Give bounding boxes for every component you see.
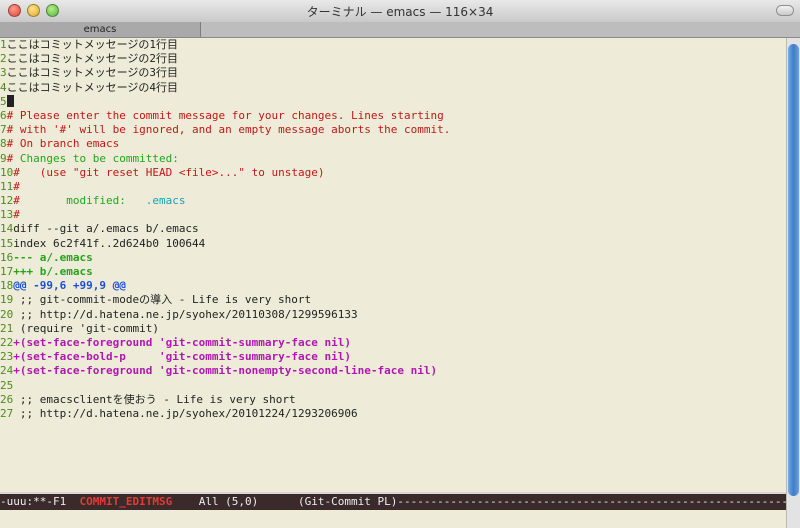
line-number: 19 <box>0 293 14 307</box>
line-number: 17 <box>0 265 14 278</box>
line-text: (require 'git-commit) <box>13 321 159 335</box>
line-text: # <box>13 194 20 208</box>
editor-line[interactable]: 4ここはコミットメッセージの4行目 <box>0 81 786 95</box>
line-number: 21 <box>0 321 14 335</box>
editor-line[interactable]: 6# Please enter the commit message for y… <box>0 109 786 123</box>
line-number: 16 <box>0 250 14 264</box>
window-title: ターミナル — emacs — 116×34 <box>306 5 494 19</box>
editor-line[interactable]: 18@@ -99,6 +99,9 @@ <box>0 279 786 293</box>
line-number: 26 <box>0 392 14 406</box>
line-number: 4 <box>0 80 7 94</box>
minibuffer[interactable] <box>0 510 786 528</box>
editor-line[interactable]: 15index 6c2f41f..2d624b0 100644 <box>0 237 786 251</box>
editor-line[interactable]: 9# Changes to be committed: <box>0 152 786 166</box>
terminal-window: ターミナル — emacs — 116×34 emacs 1ここはコミットメッセ… <box>0 0 800 528</box>
line-text: ;; git-commit-modeの導入 - Life is very sho… <box>13 293 312 307</box>
line-number: 14 <box>0 222 14 236</box>
line-number: 20 <box>0 307 14 321</box>
line-number: 15 <box>0 236 14 250</box>
modeline-position: All (5,0) <box>172 495 299 508</box>
vertical-scrollbar[interactable] <box>786 38 800 528</box>
line-number: 1 <box>0 38 7 51</box>
line-text: # <box>13 179 20 193</box>
editor-line[interactable]: 14diff --git a/.emacs b/.emacs <box>0 222 786 236</box>
editor-line[interactable]: 11# <box>0 180 786 194</box>
line-text: +++ b/.emacs <box>13 265 93 278</box>
editor-line[interactable]: 16--- a/.emacs <box>0 251 786 265</box>
editor-line[interactable]: 20 ;; http://d.hatena.ne.jp/syohex/20110… <box>0 308 786 322</box>
line-number: 23 <box>0 350 14 364</box>
line-text: .emacs <box>145 194 186 208</box>
line-number: 9 <box>0 151 7 165</box>
editor-line[interactable]: 19 ;; git-commit-modeの導入 - Life is very … <box>0 293 786 307</box>
editor-line[interactable]: 8# On branch emacs <box>0 137 786 151</box>
line-text: ここはコミットメッセージの1行目 <box>6 38 179 51</box>
editor-line[interactable]: 13# <box>0 208 786 222</box>
modeline-fill: ----------------------------------------… <box>397 495 786 508</box>
scrollbar-thumb[interactable] <box>788 44 799 496</box>
line-text: # On branch emacs <box>6 137 120 151</box>
line-text: # <box>13 208 20 222</box>
line-number: 25 <box>0 378 14 392</box>
line-text: ここはコミットメッセージの2行目 <box>6 52 179 66</box>
line-text: ここはコミットメッセージの3行目 <box>6 66 179 80</box>
line-number: 11 <box>0 179 14 193</box>
line-number: 7 <box>0 123 7 137</box>
editor-line[interactable]: 12# modified: .emacs <box>0 194 786 208</box>
line-text: ここはコミットメッセージの4行目 <box>6 80 179 94</box>
editor-line[interactable]: 25 <box>0 379 786 393</box>
modeline-major-mode: (Git-Commit PL) <box>298 495 398 508</box>
text-cursor <box>6 94 14 107</box>
editor-line[interactable]: 1ここはコミットメッセージの1行目 <box>0 38 786 52</box>
toolbar-toggle-icon[interactable] <box>776 5 794 16</box>
line-text: # with '#' will be ignored, and an empty… <box>6 123 451 137</box>
line-text: ;; http://d.hatena.ne.jp/syohex/20110308… <box>13 307 358 321</box>
line-number: 24 <box>0 364 14 378</box>
line-number: 13 <box>0 208 14 222</box>
editor-line[interactable]: 22+(set-face-foreground 'git-commit-summ… <box>0 336 786 350</box>
title-bar[interactable]: ターミナル — emacs — 116×34 <box>0 0 800 23</box>
line-number: 10 <box>0 165 14 179</box>
line-text: # (use "git reset HEAD <file>..." to uns… <box>13 165 325 179</box>
line-text: +(set-face-bold-p 'git-commit-summary-fa… <box>13 350 352 364</box>
line-number: 6 <box>0 108 7 122</box>
line-number: 22 <box>0 335 14 349</box>
line-number: 3 <box>0 66 7 80</box>
tab-bar: emacs <box>0 22 800 38</box>
line-text: diff --git a/.emacs b/.emacs <box>13 222 199 236</box>
line-text: +(set-face-foreground 'git-commit-nonemp… <box>13 364 438 378</box>
line-text: +(set-face-foreground 'git-commit-summar… <box>13 335 352 349</box>
line-text: ;; http://d.hatena.ne.jp/syohex/20101224… <box>13 406 358 420</box>
editor-line[interactable]: 3ここはコミットメッセージの3行目 <box>0 66 786 80</box>
editor-line[interactable]: 23+(set-face-bold-p 'git-commit-summary-… <box>0 350 786 364</box>
editor-line[interactable]: 27 ;; http://d.hatena.ne.jp/syohex/20101… <box>0 407 786 421</box>
editor-line[interactable]: 7# with '#' will be ignored, and an empt… <box>0 123 786 137</box>
editor-buffer[interactable]: 1ここはコミットメッセージの1行目 2ここはコミットメッセージの2行目 3ここはコミ… <box>0 38 786 492</box>
editor-line[interactable]: 26 ;; emacsclientを使おう - Life is very sho… <box>0 393 786 407</box>
line-number: 8 <box>0 137 7 151</box>
line-text: Changes to be committed: <box>19 151 179 165</box>
line-number: 27 <box>0 406 14 420</box>
modeline-buffer-name: COMMIT_EDITMSG <box>79 495 173 508</box>
line-number: 5 <box>0 94 7 108</box>
editor-line[interactable]: 10# (use "git reset HEAD <file>..." to u… <box>0 166 786 180</box>
line-text: modified: <box>19 194 146 208</box>
line-text: ;; emacsclientを使おう - Life is very short <box>13 392 296 406</box>
line-text: --- a/.emacs <box>13 250 93 264</box>
editor-line[interactable]: 2ここはコミットメッセージの2行目 <box>0 52 786 66</box>
modeline-prefix: -uuu:**-F1 <box>0 495 80 508</box>
line-text: # <box>6 151 20 165</box>
editor-line[interactable]: 24+(set-face-foreground 'git-commit-none… <box>0 364 786 378</box>
line-number: 18 <box>0 279 14 293</box>
mode-line: -uuu:**-F1 COMMIT_EDITMSG All (5,0) (Git… <box>0 494 786 510</box>
line-text: index 6c2f41f..2d624b0 100644 <box>13 236 206 250</box>
editor-line[interactable]: 17+++ b/.emacs <box>0 265 786 279</box>
editor-line[interactable]: 21 (require 'git-commit) <box>0 322 786 336</box>
line-number: 12 <box>0 194 14 208</box>
tab-emacs[interactable]: emacs <box>0 22 201 37</box>
editor-line[interactable]: 5 <box>0 94 786 109</box>
line-text: # Please enter the commit message for yo… <box>6 108 444 122</box>
line-number: 2 <box>0 52 7 66</box>
line-text: @@ -99,6 +99,9 @@ <box>13 279 126 293</box>
